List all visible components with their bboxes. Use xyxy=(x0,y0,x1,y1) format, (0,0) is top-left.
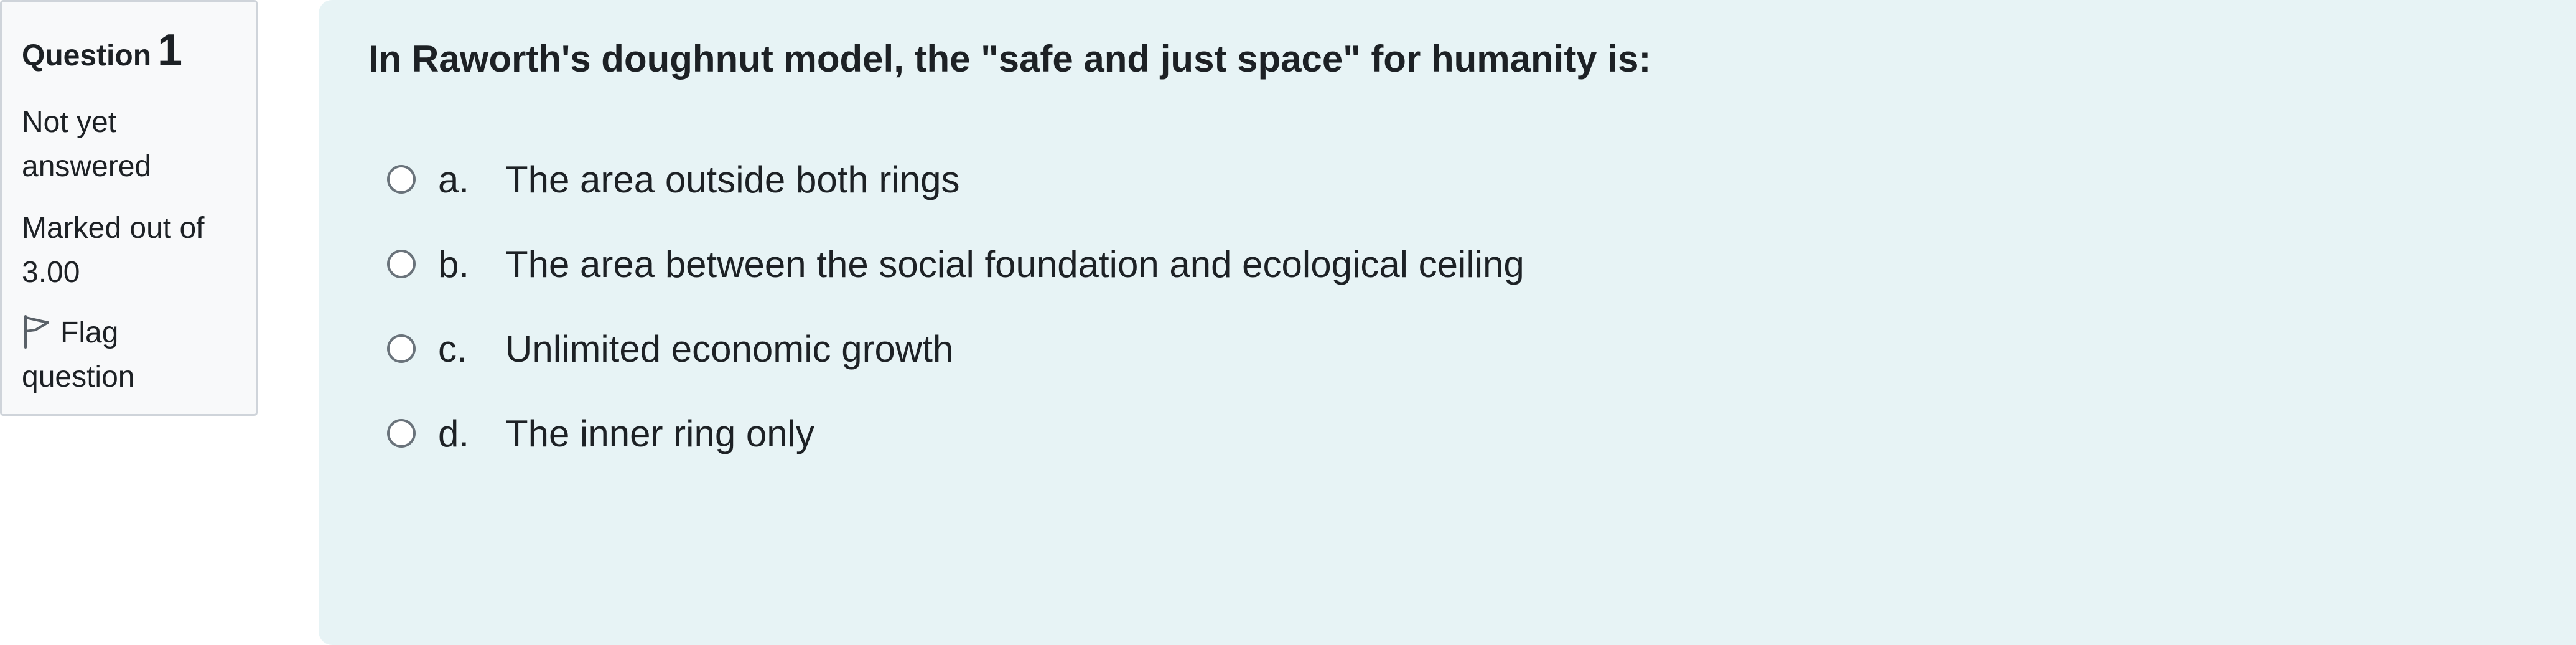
question-info-panel: Question 1 Not yet answered Marked out of… xyxy=(0,0,258,416)
answer-options: a. The area outside both rings b. The ar… xyxy=(368,137,2576,476)
answer-text: The inner ring only xyxy=(505,412,814,454)
question-label: Question xyxy=(22,39,152,72)
answer-option-b[interactable]: b. The area between the social foundatio… xyxy=(368,222,2576,306)
question-text: In Raworth's doughnut model, the "safe a… xyxy=(368,38,1651,80)
answer-letter: d. xyxy=(438,412,470,454)
question-content: In Raworth's doughnut model, the "safe a… xyxy=(319,0,2576,645)
answer-text: The area between the social foundation a… xyxy=(505,243,1524,285)
answer-option-d[interactable]: d. The inner ring only xyxy=(368,391,2576,476)
answer-letter: c. xyxy=(438,327,467,370)
answer-text: Unlimited economic growth xyxy=(505,327,954,370)
grade-label: Marked out of xyxy=(22,212,205,245)
answer-option-a[interactable]: a. The area outside both rings xyxy=(368,137,2576,222)
radio-button-b[interactable] xyxy=(387,250,416,278)
question-number: 1 xyxy=(157,26,183,75)
grade-value: 3.00 xyxy=(22,256,80,289)
radio-button-c[interactable] xyxy=(387,334,416,363)
question-number-heading: Question 1 xyxy=(22,21,236,80)
radio-button-a[interactable] xyxy=(387,165,416,194)
answer-letter: a. xyxy=(438,158,470,200)
radio-button-d[interactable] xyxy=(387,419,416,448)
question-state: Not yet answered xyxy=(22,106,152,183)
answer-letter: b. xyxy=(438,243,470,285)
question-grade: Marked out of 3.00 xyxy=(22,206,236,294)
answer-option-c[interactable]: c. Unlimited economic growth xyxy=(368,306,2576,391)
answer-text: The area outside both rings xyxy=(505,158,960,200)
flag-icon xyxy=(22,314,52,349)
flag-question-link[interactable]: Flag question xyxy=(22,311,236,399)
